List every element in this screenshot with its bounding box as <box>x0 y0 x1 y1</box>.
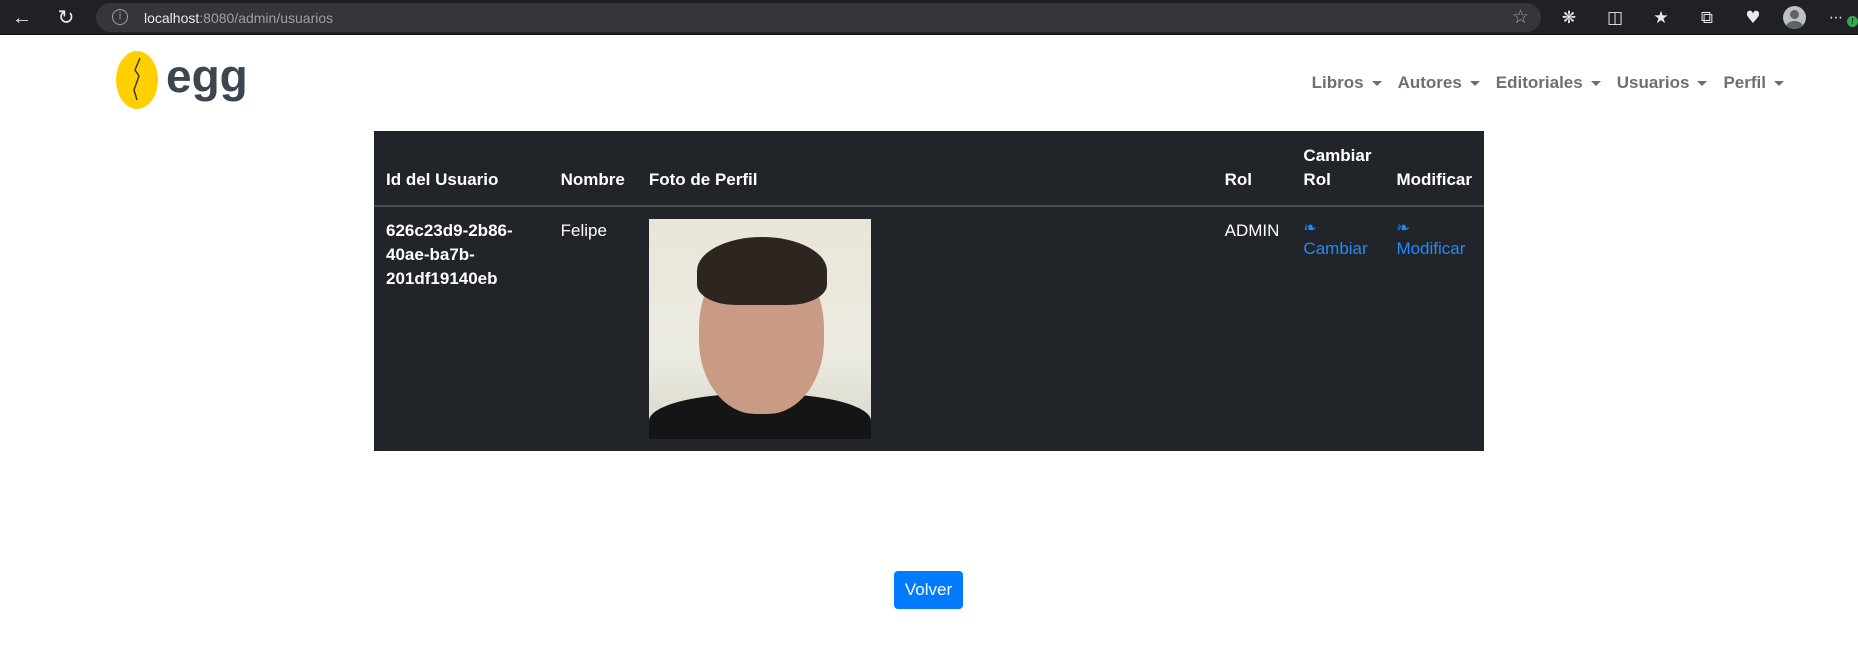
header-modificar: Modificar <box>1384 131 1484 207</box>
header-rol: Rol <box>1212 131 1292 207</box>
nav-perfil-dropdown[interactable]: Perfil <box>1715 73 1792 93</box>
volver-button[interactable]: Volver <box>894 571 963 609</box>
nav-usuarios-dropdown[interactable]: Usuarios <box>1609 73 1716 93</box>
profile-photo <box>648 219 871 439</box>
header-nombre: Nombre <box>548 131 637 207</box>
leaf-icon: ❧ <box>1396 218 1410 237</box>
browser-toolbar: ← ↻ i localhost:8080/admin/usuarios ☆ ❋ … <box>0 0 1858 35</box>
split-screen-icon[interactable]: ◫ <box>1601 4 1629 32</box>
caret-down-icon <box>1774 80 1784 86</box>
modify-link[interactable]: ❧ Modificar <box>1396 218 1472 259</box>
user-name-cell: Felipe <box>560 221 607 240</box>
caret-down-icon <box>1469 80 1480 86</box>
bookmark-star-icon[interactable]: ☆ <box>1512 6 1529 29</box>
leaf-icon: ❧ <box>1303 218 1317 237</box>
browser-essentials-icon[interactable]: ♥ <box>1739 4 1767 32</box>
egg-logo[interactable]: egg <box>116 50 252 110</box>
header-id: Id del Usuario <box>374 131 549 207</box>
users-table: Id del Usuario Nombre Foto de Perfil Rol… <box>374 131 1484 451</box>
extensions-icon[interactable]: ❋ <box>1555 4 1583 32</box>
collections-icon[interactable]: ⧉ <box>1693 4 1721 32</box>
nav-autores-dropdown[interactable]: Autores <box>1390 73 1488 93</box>
change-role-link[interactable]: ❧ Cambiar <box>1303 218 1372 259</box>
nav-editoriales-dropdown[interactable]: Editoriales <box>1488 73 1609 93</box>
user-role-cell: ADMIN <box>1224 221 1280 240</box>
modify-cell: ❧ Modificar <box>1384 206 1484 451</box>
caret-down-icon <box>1697 80 1708 86</box>
header-foto: Foto de Perfil <box>636 131 1213 207</box>
reload-icon[interactable]: ↻ <box>52 4 80 32</box>
site-info-icon[interactable]: i <box>112 9 128 25</box>
caret-down-icon <box>1371 80 1382 86</box>
caret-down-icon <box>1590 80 1601 86</box>
back-icon[interactable]: ← <box>8 4 36 32</box>
table-row: 626c23d9-2b86- 40ae-ba7b- 201df19140eb Fel… <box>374 206 1484 451</box>
svg-text:egg: egg <box>166 50 248 102</box>
more-menu-icon[interactable]: ⋯ <box>1822 4 1850 32</box>
profile-avatar[interactable] <box>1783 6 1806 29</box>
url-text: localhost:8080/admin/usuarios <box>144 10 334 26</box>
egg-logo-mark: egg <box>116 50 248 109</box>
change-role-cell: ❧ Cambiar <box>1291 206 1384 451</box>
address-bar[interactable]: i localhost:8080/admin/usuarios ☆ <box>96 3 1541 32</box>
table-header-row: Id del Usuario Nombre Foto de Perfil Rol… <box>374 131 1484 207</box>
update-badge-icon: ! <box>1847 16 1858 27</box>
user-id-cell: 626c23d9-2b86- 40ae-ba7b- 201df19140eb <box>386 221 513 288</box>
favorites-icon[interactable]: ★ <box>1647 4 1675 32</box>
nav-libros-dropdown[interactable]: Libros <box>1304 73 1390 93</box>
main-nav: Libros Autores Editoriales Usuarios Perf… <box>1304 73 1792 93</box>
header-cambiar-rol: Cambiar Rol <box>1291 131 1385 207</box>
profile-photo-cell <box>637 206 1213 451</box>
